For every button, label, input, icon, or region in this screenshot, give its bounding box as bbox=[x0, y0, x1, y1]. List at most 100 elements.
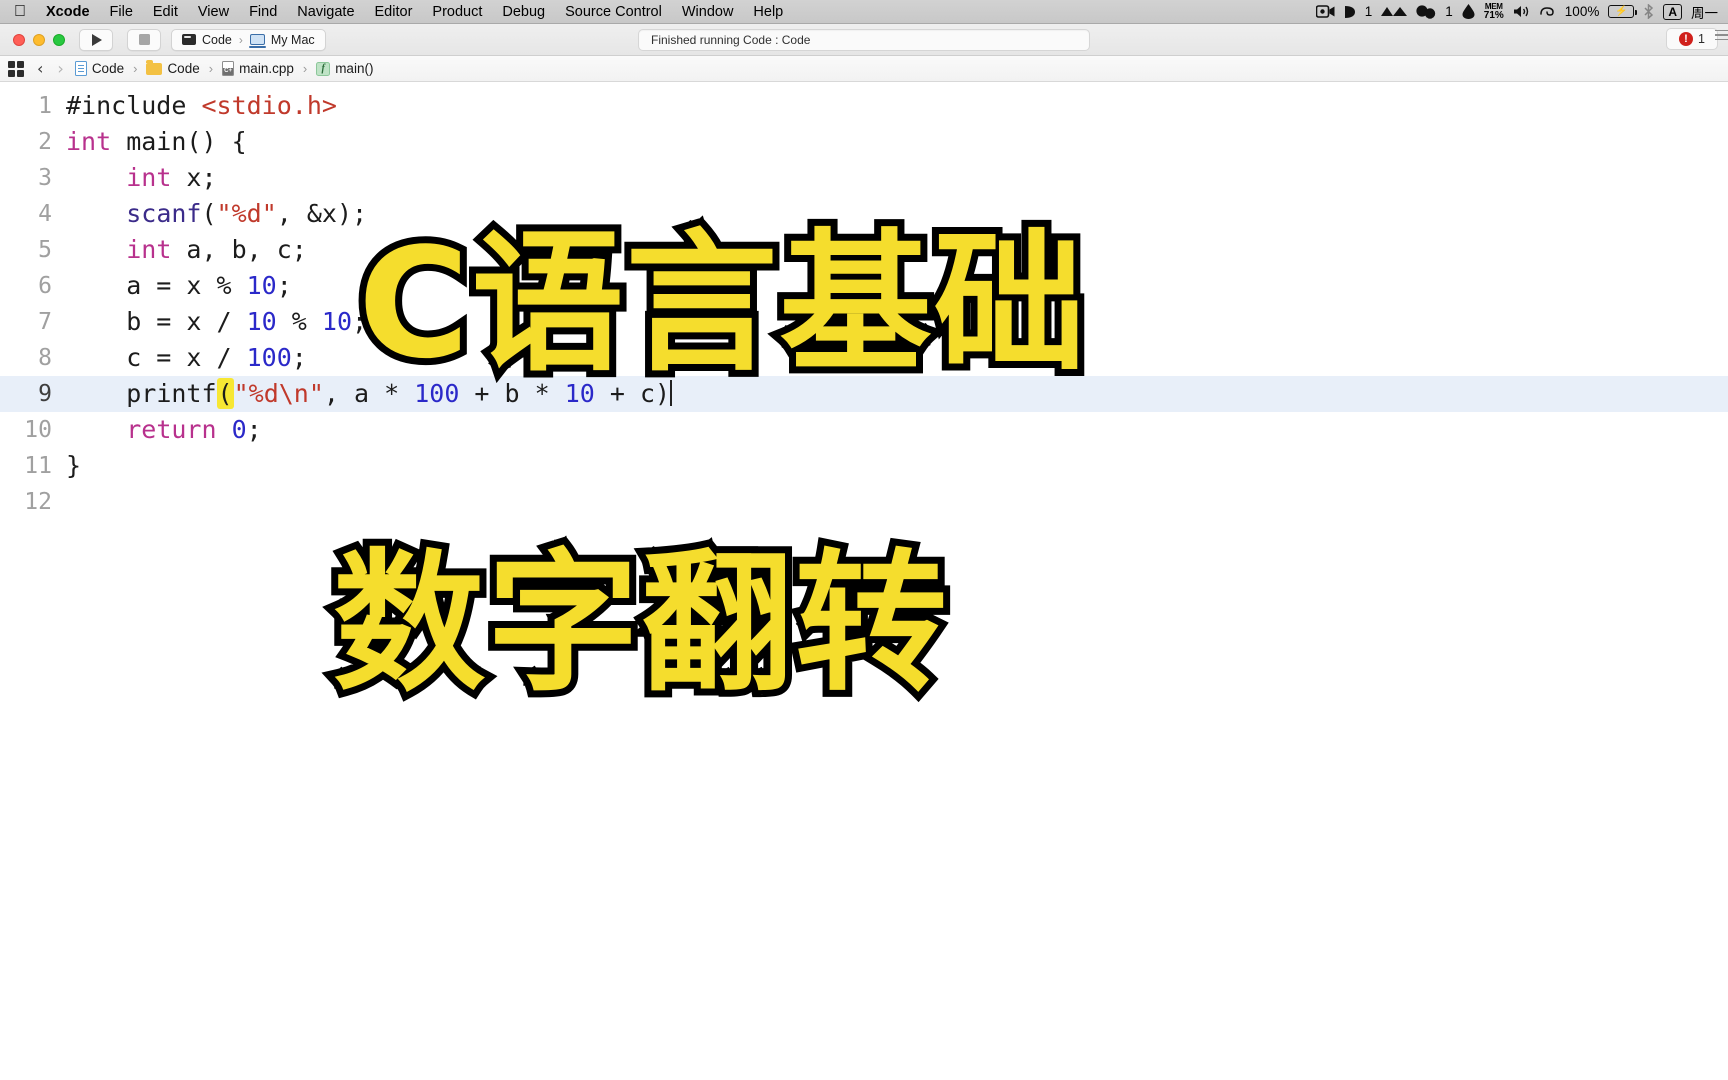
line-number: 1 bbox=[38, 93, 52, 119]
menu-item-window[interactable]: Window bbox=[672, 0, 744, 24]
control-center-icon[interactable] bbox=[1539, 5, 1556, 18]
zoom-window-button[interactable] bbox=[53, 33, 65, 46]
memory-value: 71% bbox=[1483, 9, 1504, 21]
breadcrumb: ‹ › Code › Code › main.cpp › f main() bbox=[0, 56, 1728, 82]
battery-icon[interactable]: ⚡ bbox=[1608, 5, 1638, 18]
activity-status-bar[interactable]: Finished running Code : Code bbox=[638, 28, 1090, 51]
clock-date[interactable]: 周一 bbox=[1691, 2, 1718, 22]
code-token: a = x % bbox=[66, 271, 247, 300]
subtitle-overlay-topic: 数字翻转 bbox=[326, 535, 954, 712]
memory-usage-indicator[interactable]: MEM 71% bbox=[1483, 2, 1504, 21]
inspector-toggle-icon[interactable] bbox=[1715, 30, 1728, 41]
breadcrumb-label: Code bbox=[91, 61, 125, 76]
code-token: "%d\n" bbox=[233, 379, 324, 408]
code-token: int bbox=[126, 235, 172, 264]
code-token: c = x / bbox=[66, 343, 247, 372]
code-token: % bbox=[276, 307, 322, 336]
code-text: } bbox=[66, 448, 81, 484]
line-number: 4 bbox=[38, 201, 52, 227]
function-icon: f bbox=[316, 61, 331, 76]
code-text: int a, b, c; bbox=[66, 232, 307, 268]
menu-item-editor[interactable]: Editor bbox=[365, 0, 423, 24]
cleanmymac-icon[interactable] bbox=[1344, 5, 1356, 19]
code-token: , &x); bbox=[276, 199, 368, 228]
menu-item-debug[interactable]: Debug bbox=[492, 0, 555, 24]
code-token: ; bbox=[246, 415, 262, 444]
code-token: a, b, c; bbox=[171, 235, 307, 264]
breadcrumb-label: Code bbox=[167, 61, 200, 76]
run-button[interactable] bbox=[79, 28, 113, 51]
line-number: 12 bbox=[24, 489, 52, 515]
breadcrumb-item-symbol[interactable]: f main() bbox=[314, 61, 375, 76]
breadcrumb-chevron-icon: › bbox=[302, 61, 308, 76]
breadcrumb-label: main.cpp bbox=[239, 61, 294, 76]
code-line[interactable]: 11} bbox=[0, 448, 1728, 484]
menu-item-view[interactable]: View bbox=[188, 0, 239, 24]
code-token: 10 bbox=[246, 271, 277, 300]
code-line[interactable]: 1 #include <stdio.h> bbox=[0, 88, 1728, 124]
menu-item-edit[interactable]: Edit bbox=[143, 0, 188, 24]
line-number: 5 bbox=[38, 237, 52, 263]
breadcrumb-chevron-icon: › bbox=[133, 61, 138, 76]
mountain-icon[interactable] bbox=[1381, 6, 1408, 17]
bubbles-icon[interactable] bbox=[1416, 4, 1436, 19]
code-token: 0 bbox=[231, 415, 247, 444]
code-token: return bbox=[126, 415, 217, 444]
code-token: ; bbox=[276, 271, 292, 300]
menu-item-product[interactable]: Product bbox=[422, 0, 492, 24]
charging-bolt-icon: ⚡ bbox=[1615, 5, 1628, 17]
menu-item-find[interactable]: Find bbox=[239, 0, 287, 24]
code-token: int bbox=[126, 163, 172, 192]
menu-item-source-control[interactable]: Source Control bbox=[555, 0, 672, 24]
bluetooth-icon[interactable] bbox=[1643, 4, 1654, 19]
code-token: ( bbox=[216, 378, 234, 409]
menu-bar-items: Xcode File Edit View Find Navigate Editor Produ… bbox=[36, 0, 793, 24]
code-line[interactable]: 3 int x; bbox=[0, 160, 1728, 196]
issue-navigator-badge[interactable]: ! 1 bbox=[1666, 28, 1718, 50]
scheme-destination-selector[interactable]: Code › My Mac bbox=[171, 28, 326, 51]
menu-item-navigate[interactable]: Navigate bbox=[287, 0, 364, 24]
navigator-toggle-icon[interactable] bbox=[8, 60, 24, 77]
code-line[interactable]: 2 int main() { bbox=[0, 124, 1728, 160]
code-line[interactable]: 10 return 0; bbox=[0, 412, 1728, 448]
scheme-chevron-icon: › bbox=[238, 32, 243, 47]
scheme-name: Code bbox=[202, 32, 232, 47]
apple-logo-icon[interactable]:  bbox=[14, 3, 26, 20]
line-number: 8 bbox=[38, 345, 52, 371]
menu-item-file[interactable]: File bbox=[100, 0, 143, 24]
code-token: ( bbox=[201, 199, 217, 228]
breadcrumb-label: main() bbox=[335, 61, 374, 76]
code-token: int bbox=[66, 127, 112, 156]
code-token: main() { bbox=[111, 127, 247, 156]
destination-name: My Mac bbox=[270, 32, 315, 47]
breadcrumb-item-folder[interactable]: Code bbox=[144, 59, 201, 76]
input-source-indicator[interactable]: A bbox=[1663, 3, 1682, 20]
macos-menu-bar:  XcodeFileEditViewFindNavigateEditorPro… bbox=[0, 0, 1728, 24]
code-token: "%d" bbox=[216, 199, 277, 228]
line-number: 2 bbox=[38, 129, 52, 155]
screen-record-icon[interactable] bbox=[1315, 5, 1335, 18]
close-window-button[interactable] bbox=[13, 33, 25, 46]
drop-icon[interactable] bbox=[1462, 4, 1475, 19]
speaker-icon[interactable] bbox=[1513, 5, 1530, 18]
code-text: b = x / 10 % 10; bbox=[66, 304, 367, 340]
menu-item-help[interactable]: Help bbox=[743, 0, 793, 24]
forward-arrow-icon[interactable]: › bbox=[52, 60, 68, 77]
code-text: return 0; bbox=[66, 412, 262, 448]
back-arrow-icon[interactable]: ‹ bbox=[32, 60, 48, 77]
stop-button[interactable] bbox=[127, 28, 161, 51]
code-line[interactable]: 12 bbox=[0, 484, 1728, 520]
code-token: <stdio.h> bbox=[201, 91, 337, 120]
error-icon: ! bbox=[1679, 32, 1694, 46]
menu-item-xcode[interactable]: Xcode bbox=[36, 0, 100, 24]
breadcrumb-item-project[interactable]: Code bbox=[73, 61, 126, 76]
cleanmymac-count: 1 bbox=[1364, 4, 1373, 19]
breadcrumb-item-file[interactable]: main.cpp bbox=[220, 61, 296, 76]
code-text: c = x / 100; bbox=[66, 340, 307, 376]
code-token: ; bbox=[291, 343, 307, 372]
minimize-window-button[interactable] bbox=[33, 33, 45, 46]
breadcrumb-chevron-icon: › bbox=[208, 61, 214, 76]
code-text: a = x % 10; bbox=[66, 268, 292, 304]
